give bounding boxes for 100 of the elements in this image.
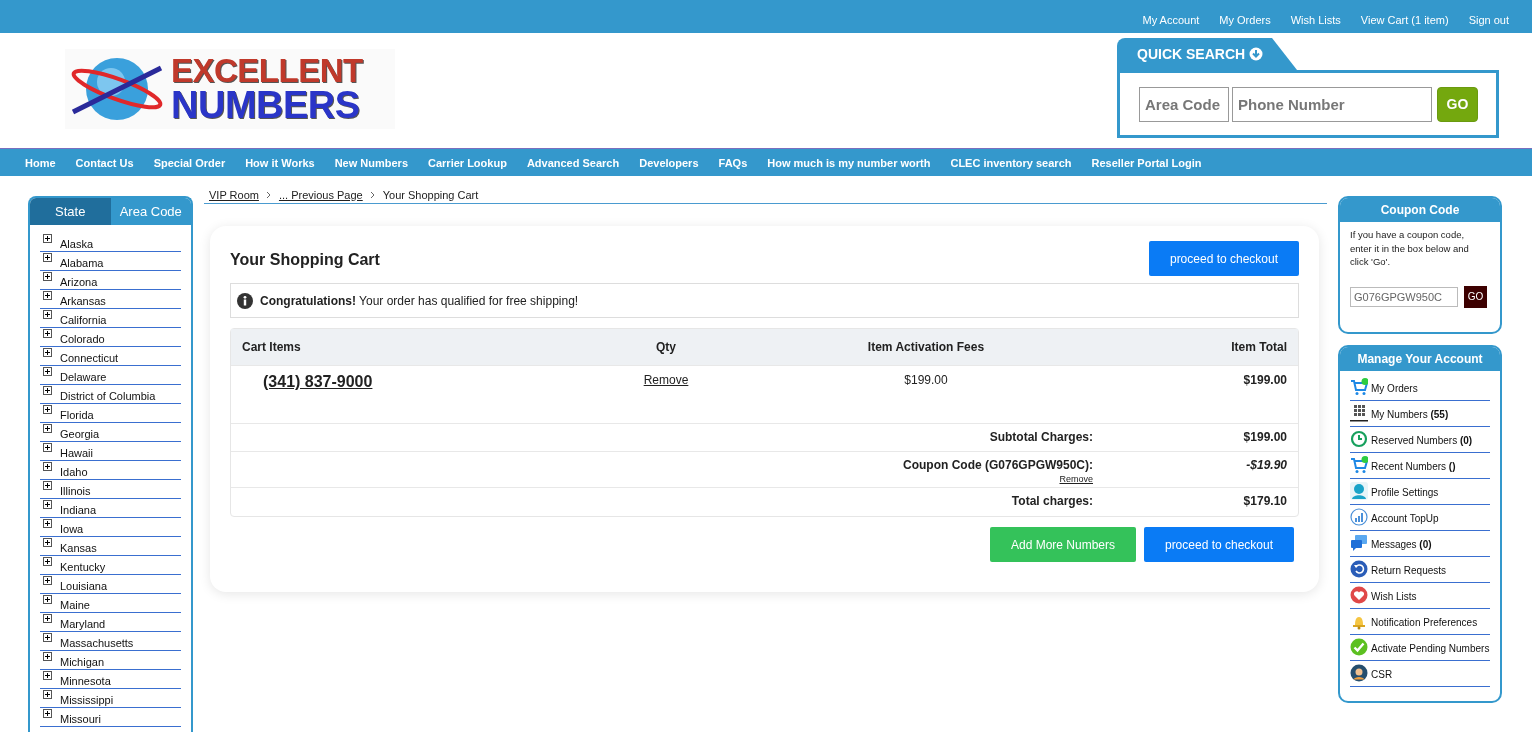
expand-icon (43, 500, 52, 509)
state-link[interactable]: Kansas (60, 542, 97, 555)
expand-icon (43, 690, 52, 699)
account-link[interactable]: My Orders (1371, 382, 1418, 394)
phone-number-link[interactable]: (341) 837-9000 (263, 373, 373, 391)
state-link[interactable]: Mississippi (60, 694, 114, 707)
notice-text: Congratulations! Your order has qualified for free shipping! (260, 293, 579, 308)
chat-icon (1350, 533, 1368, 552)
summary-value: $199.00 (1242, 430, 1288, 444)
expand-icon (43, 614, 52, 623)
state-link[interactable]: Arizona (60, 276, 98, 289)
logo-text: NUMBERS (171, 86, 361, 123)
state-link[interactable]: California (60, 314, 107, 327)
expand-icon (43, 576, 52, 585)
column-header: Qty (655, 340, 677, 354)
state-link[interactable]: Colorado (60, 333, 105, 346)
state-link[interactable]: Hawaii (60, 447, 93, 460)
chevron-right-icon (265, 190, 272, 199)
cart-icon (1350, 377, 1368, 396)
state-link[interactable]: Idaho (60, 466, 88, 479)
state-link[interactable]: Maine (60, 599, 90, 612)
expand-icon (43, 310, 52, 319)
logo-text: EXCELLENT (171, 55, 363, 87)
expand-icon (43, 405, 52, 414)
go-button[interactable]: GO (1464, 285, 1487, 308)
coupon-field[interactable]: G076GPGW950C (1350, 286, 1458, 307)
state-link[interactable]: Illinois (60, 485, 91, 498)
state-link[interactable]: Louisiana (60, 580, 108, 593)
panel-header: Manage Your Account (1340, 346, 1500, 371)
state-link[interactable]: Iowa (60, 523, 84, 536)
account-link[interactable]: Activate Pending Numbers (1371, 642, 1490, 654)
expand-icon (43, 671, 52, 680)
state-link[interactable]: Missouri (60, 713, 101, 726)
area-code-field[interactable]: Area Code (1139, 86, 1229, 122)
expand-icon (43, 272, 52, 281)
arrow-down-circle-icon (1249, 47, 1264, 61)
account-link[interactable]: Recent Numbers () (1371, 460, 1456, 472)
state-link[interactable]: Arkansas (60, 295, 106, 308)
chevron-right-icon (369, 190, 376, 199)
expand-icon (43, 709, 52, 718)
state-link[interactable]: Connecticut (60, 352, 119, 365)
state-link[interactable]: Michigan (60, 656, 105, 669)
state-link[interactable]: Georgia (60, 428, 100, 441)
account-link[interactable]: Profile Settings (1371, 486, 1439, 498)
account-link[interactable]: Account TopUp (1371, 512, 1439, 524)
expand-icon (43, 652, 52, 661)
panel-tab[interactable]: State (30, 198, 111, 225)
expand-icon (43, 443, 52, 452)
state-link[interactable]: Kentucky (60, 561, 106, 574)
quick-search-title: QUICK SEARCH (1137, 46, 1246, 62)
remove-link[interactable]: Remove (643, 373, 689, 387)
account-link[interactable]: My Numbers (55) (1371, 408, 1449, 420)
account-link[interactable]: Messages (0) (1371, 538, 1432, 550)
checkout-button[interactable]: proceed to checkout (1149, 241, 1299, 276)
cart-title: Your Shopping Cart (230, 249, 380, 269)
phone-number-field[interactable]: Phone Number (1232, 86, 1432, 122)
state-link[interactable]: Indiana (60, 504, 97, 517)
expand-icon (43, 633, 52, 642)
chart-icon (1350, 507, 1368, 526)
keypad-icon (1350, 403, 1368, 422)
expand-icon (43, 519, 52, 528)
account-link[interactable]: Reserved Numbers (0) (1371, 434, 1473, 446)
state-link[interactable]: District of Columbia (60, 390, 156, 403)
account-link[interactable]: Return Requests (1371, 564, 1447, 576)
expand-icon (43, 291, 52, 300)
panel-header: Coupon Code (1340, 198, 1500, 222)
summary-value: $179.10 (1242, 494, 1288, 508)
summary-value: -$19.90 (1245, 458, 1288, 472)
expand-icon (43, 253, 52, 262)
summary-label: Subtotal Charges: (989, 430, 1093, 444)
account-link[interactable]: Notification Preferences (1371, 616, 1478, 628)
table-cell-text: $199.00 (903, 373, 949, 387)
state-link[interactable]: Alabama (60, 257, 104, 270)
logo[interactable]: EXCELLENT NUMBERS (65, 49, 395, 129)
user-icon (1350, 481, 1368, 500)
state-link[interactable]: Delaware (60, 371, 107, 384)
expand-icon (43, 424, 52, 433)
remove-link[interactable]: Remove (1059, 474, 1093, 484)
state-link[interactable]: Massachusetts (60, 637, 134, 650)
breadcrumb-link[interactable]: ... Previous Page (278, 188, 363, 201)
account-link[interactable]: Wish Lists (1371, 590, 1417, 602)
expand-icon (43, 234, 52, 243)
expand-icon (43, 481, 52, 490)
breadcrumb-link[interactable]: VIP Room (209, 188, 259, 201)
expand-icon (43, 348, 52, 357)
summary-label: Coupon Code (G076GPGW950C): (903, 458, 1093, 472)
check-icon (1350, 637, 1368, 656)
account-link[interactable]: CSR (1371, 668, 1393, 680)
column-header: Item Total (1230, 340, 1288, 354)
state-link[interactable]: Maryland (60, 618, 106, 631)
undo-icon (1350, 559, 1368, 578)
checkout-button[interactable]: proceed to checkout (1144, 527, 1294, 562)
column-header: Item Activation Fees (866, 340, 986, 354)
clock-icon (1350, 429, 1368, 448)
state-link[interactable]: Florida (60, 409, 94, 422)
column-header: Cart Items (241, 340, 302, 354)
cart-icon (1350, 455, 1368, 474)
state-link[interactable]: Minnesota (60, 675, 111, 688)
state-link[interactable]: Alaska (60, 238, 94, 251)
coupon-instructions: If you have a coupon code, enter it in the box below and click 'Go'. (1350, 228, 1470, 269)
